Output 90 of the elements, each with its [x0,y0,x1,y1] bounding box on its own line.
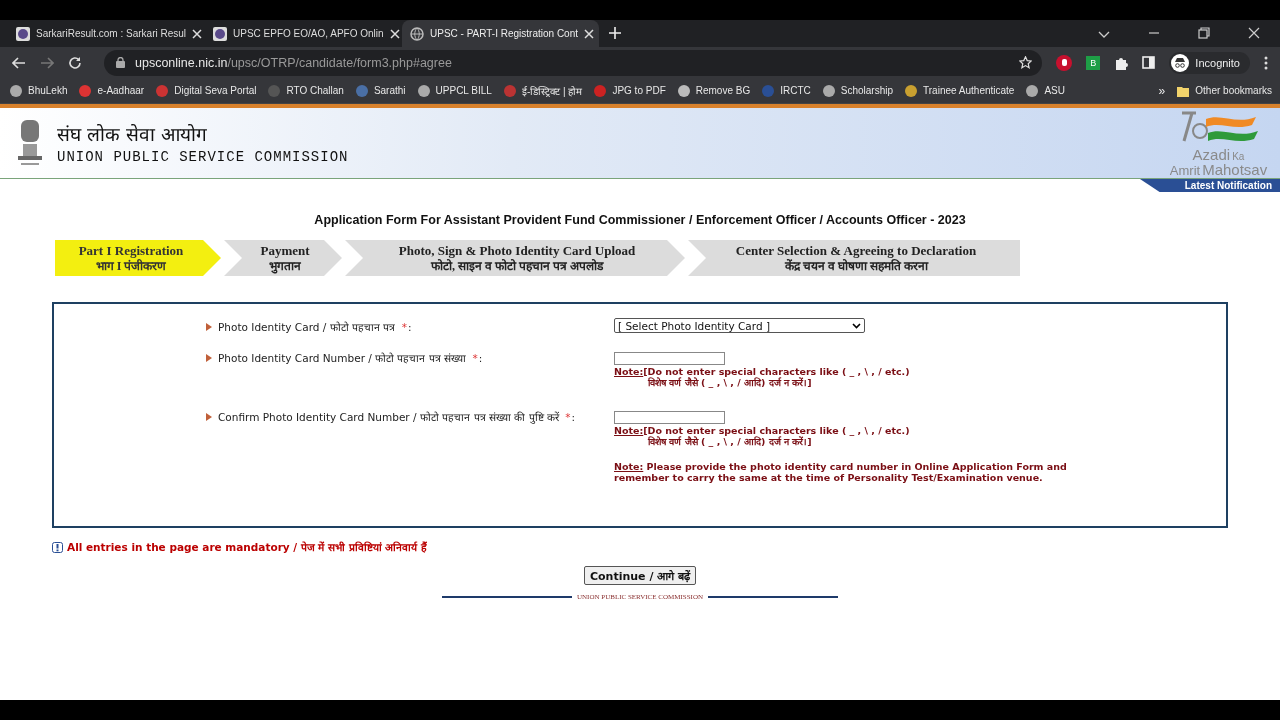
new-tab-icon[interactable] [609,27,621,39]
bookmark[interactable]: ई-डिस्ट्रिक्ट | होम [503,83,583,98]
site-icon [417,84,430,97]
site-icon [822,84,835,97]
close-icon[interactable] [389,28,400,39]
folder-icon [1177,84,1190,97]
site-icon [355,84,368,97]
input-field[interactable] [614,352,725,365]
bookmark[interactable]: RTO Challan [268,84,344,97]
bookmark[interactable]: UPPCL BILL [417,84,492,97]
bookmark-folder[interactable]: Other bookmarks [1177,84,1272,97]
note-text: विशेष वर्ण जैसे ( _ , \ , / आदि) दर्ज न करें।] [646,436,813,447]
reload-icon[interactable] [68,55,82,70]
browser-tab[interactable]: UPSC - PART-I Registration Cont [402,20,599,47]
close-icon[interactable] [584,28,594,39]
azadi-logo: Azadi Ka Amrit Mahotsav [1161,109,1276,177]
bookmark[interactable]: Sarathi [355,84,406,97]
site-icon [16,26,30,41]
globe-icon [410,26,424,41]
mandatory-notice: All entries in the page are mandatory / पेज में सभी प्रविष्टियां अनिवार्य हैं [67,540,428,554]
bookmark[interactable]: Scholarship [822,84,894,97]
url-text: upsconline.nic.in/upsc/OTRP/candidate/form3.php#agree [135,55,452,70]
info-icon [52,541,63,553]
emblem-icon [15,118,45,168]
chevron-down-icon[interactable] [1098,31,1110,39]
required-mark: * [401,321,407,333]
note-text: [Do not enter special characters like ( _ , \ , / etc.) [643,366,910,377]
bookmark[interactable]: e-Aadhaar [79,84,145,97]
progress-step: Center Selection & Agreeing to Declaration केंद्र चयन व घोषणा सहमति करना [688,240,1020,276]
star-icon[interactable] [1019,56,1033,69]
progress-step: Photo, Sign & Photo Identity Card Upload फोटो, साइन व फोटो पहचान पत्र अपलोड [345,240,685,276]
progress-step: Part I Registration भाग I पंजीकरण [55,240,221,276]
site-title: UNION PUBLIC SERVICE COMMISSION [57,149,349,165]
site-icon [79,84,92,97]
progress-step: Payment भुगतान [224,240,342,276]
site-icon [762,84,775,97]
bookmark[interactable]: Digital Seva Portal [156,84,257,97]
site-icon [10,84,22,97]
field-label: Photo Identity Card / फोटो पहचान पत्र [218,320,397,334]
bookmark[interactable]: Remove BG [677,84,751,97]
note-label: Note: [614,366,644,377]
bullet-icon [206,323,212,331]
note-label: Note: [614,425,644,436]
continue-button[interactable]: Continue / आगे बढ़ें [583,566,697,585]
field-label: Photo Identity Card Number / फोटो पहचान पत्र संख्या [218,351,468,365]
field-label: Confirm Photo Identity Card Number / फोटो पहचान पत्र संख्या की पुष्टि करें [218,410,561,424]
close-icon[interactable] [192,28,203,39]
bookmark[interactable]: IRCTC [762,84,811,97]
note-text: विशेष वर्ण जैसे ( _ , \ , / आदि) दर्ज न करें।] [646,377,813,388]
restore-icon[interactable] [1198,27,1210,39]
site-icon [268,84,281,97]
bookmark[interactable]: BhuLekh [10,84,68,97]
site-icon [594,84,607,97]
site-icon [503,84,516,97]
more-bookmarks-button[interactable]: » [1158,83,1166,98]
back-arrow-icon[interactable] [12,56,26,69]
close-icon[interactable] [1248,27,1260,39]
note-text: [Do not enter special characters like ( _ , \ , / etc.) [643,425,910,436]
forward-arrow-icon[interactable] [40,56,54,69]
side-panel-icon[interactable] [1142,56,1156,69]
bullet-icon [206,413,212,421]
bookmark[interactable]: ASU [1026,84,1065,97]
required-mark: * [472,352,478,364]
browser-tab[interactable]: SarkariResult.com : Sarkari Resul [8,20,205,47]
site-title-hindi: संघ लोक सेवा आयोग [57,122,209,147]
address-bar[interactable]: upsconline.nic.in/upsc/OTRP/candidate/form3.php#agree [104,49,1043,76]
latest-notification-link[interactable]: Latest Notification [1140,179,1280,192]
caret-icon [852,322,861,329]
site-icon [213,26,227,41]
input-field[interactable] [614,411,725,424]
dropdown[interactable]: [ Select Photo Identity Card ] [614,318,865,333]
bookmark[interactable]: JPG to PDF [594,84,666,97]
form-title: Application Form For Assistant Provident Fund Commissioner / Enforcement Officer / Accounts Officer - 2023 [313,213,967,227]
profile-chip[interactable]: Incognito [1169,51,1250,74]
bullet-icon [206,354,212,362]
colon: : [478,352,483,364]
bookmark[interactable]: Trainee Authenticate [905,84,1015,97]
note-text: Note: Please provide the photo identity card number in Online Application Form and remember to carry the same at the time of Personality Test/Examination venue. [614,461,1068,483]
required-mark: * [565,411,571,423]
site-icon [1026,84,1039,97]
colon: : [407,321,412,333]
puzzle-icon[interactable] [1114,55,1129,70]
colon: : [571,411,576,423]
lock-icon [116,57,125,68]
incognito-icon [1171,53,1190,72]
site-icon [905,84,918,97]
browser-tab[interactable]: UPSC EPFO EO/AO, APFO Onlin [205,20,402,47]
menu-icon[interactable] [1264,55,1268,70]
site-icon [677,84,690,97]
site-icon [156,84,169,97]
